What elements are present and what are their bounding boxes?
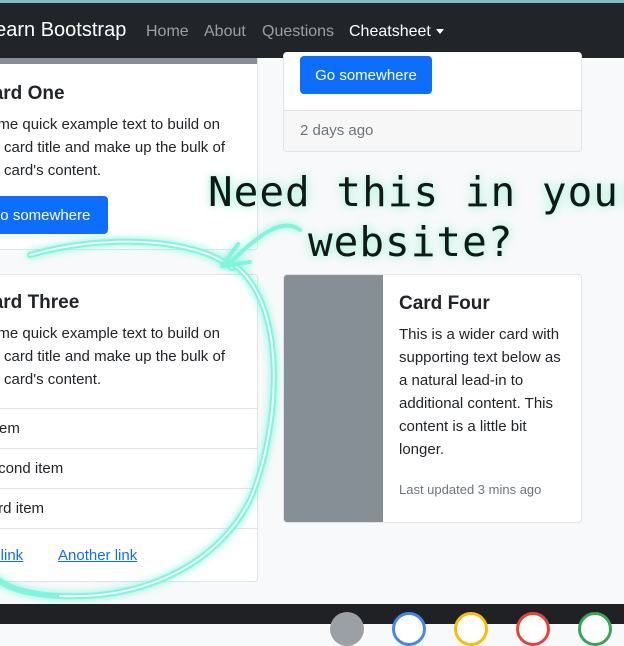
go-somewhere-button[interactable]: Go somewhere [0,196,108,234]
card-text: This is a wider card with supporting tex… [399,326,561,458]
card-footer: 2 days ago [284,110,581,151]
drive-icon[interactable] [578,612,612,646]
list-item: An item [0,408,257,448]
nav-about[interactable]: About [204,23,246,41]
slides-icon[interactable] [454,612,488,646]
card-one: Card One Some quick example text to buil… [0,58,258,250]
nav-home[interactable]: Home [146,23,189,41]
nav-questions[interactable]: Questions [262,23,334,41]
list-item-text: A third item [0,500,45,517]
list-item-text: A second item [0,460,64,477]
settings-icon[interactable] [330,612,364,646]
chevron-down-icon [435,29,444,35]
card-title: Card Three [0,292,80,313]
card-two: Go somewhere 2 days ago [283,52,582,152]
card-title: Card One [0,83,65,104]
card-image-placeholder [284,275,383,522]
callout-line-1: Need this in your [208,168,624,216]
list-item-text: An item [0,420,20,437]
card-text: Some quick example text to build on the … [0,325,225,388]
callout-line-2: website? [308,218,514,266]
card-title: Card Four [399,293,490,314]
last-updated-text: Last updated 3 mins ago [399,482,542,497]
list-item: A second item [0,448,257,488]
list-item: A third item [0,488,257,528]
card-three: Card Three Some quick example text to bu… [0,274,258,582]
navbar-brand[interactable]: Learn Bootstrap [0,19,126,42]
docs-icon[interactable] [392,612,426,646]
gmail-icon[interactable] [516,612,550,646]
card-image-placeholder [0,58,257,64]
another-link[interactable]: Another link [58,547,137,564]
card-four: Card Four This is a wider card with supp… [283,274,582,523]
navbar: Learn Bootstrap Home About Questions Che… [0,3,624,58]
card-link[interactable]: Card link [0,547,23,564]
nav-cheatsheet-label: Cheatsheet [349,23,431,40]
nav-cheatsheet-dropdown[interactable]: Cheatsheet [349,23,444,41]
card-text: Some quick example text to build on the … [0,116,225,179]
go-somewhere-button[interactable]: Go somewhere [300,56,432,94]
